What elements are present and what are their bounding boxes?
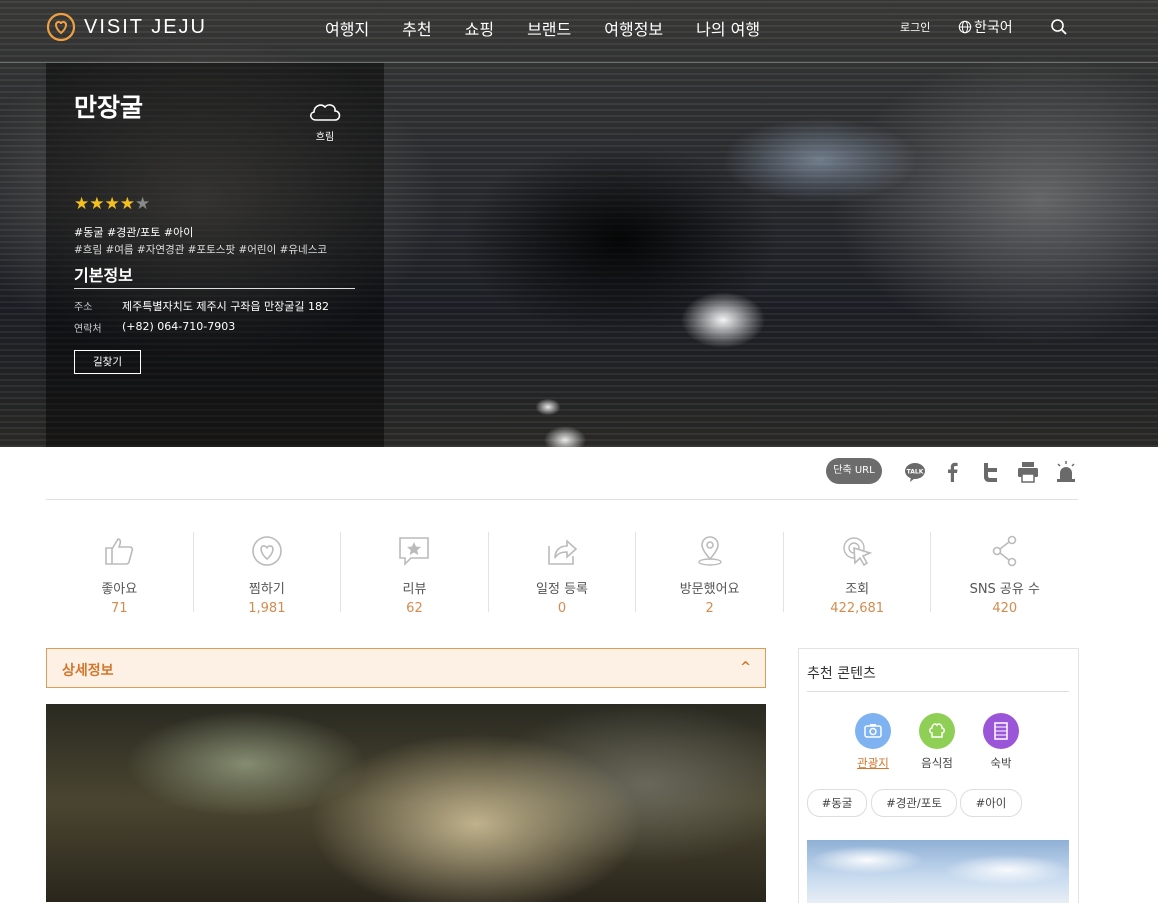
- sidebar-title: 추천 콘텐츠: [807, 666, 876, 682]
- tag-chip[interactable]: #동굴: [807, 789, 867, 817]
- recommended-content-sidebar: 추천 콘텐츠 관광지 음식점 숙박 #동굴 #경관/포토 #아이: [798, 648, 1079, 903]
- heart-icon: [252, 536, 282, 566]
- tag-chip[interactable]: #경관/포토: [871, 789, 957, 817]
- primary-tags: #동굴 #경관/포토 #아이: [74, 226, 194, 239]
- stat-visited[interactable]: 방문했어요 2: [636, 532, 784, 616]
- stat-value: 71: [111, 601, 128, 616]
- cursor-click-icon: [843, 537, 873, 567]
- facebook-icon[interactable]: [941, 460, 965, 484]
- star-icon: ★: [119, 194, 135, 214]
- print-icon[interactable]: [1016, 460, 1040, 484]
- address-row: 주소 제주특별자치도 제주시 구좌읍 만장굴길 182: [74, 298, 329, 314]
- star-empty-icon: ★: [135, 194, 151, 214]
- stat-value: 420: [992, 601, 1018, 616]
- recommended-thumbnail[interactable]: [807, 840, 1069, 903]
- place-title: 만장굴: [74, 93, 144, 122]
- address-value: 제주특별자치도 제주시 구좌읍 만장굴길 182: [122, 300, 330, 313]
- weather-text: 흐림: [315, 132, 335, 143]
- kakaotalk-icon[interactable]: TALK: [903, 460, 927, 484]
- weather-widget: 흐림: [305, 98, 345, 143]
- kakao-talk-text: TALK: [907, 469, 924, 476]
- stat-label: 조회: [845, 582, 870, 597]
- stat-label: 일정 등록: [536, 582, 589, 597]
- stat-views[interactable]: 조회 422,681: [784, 532, 932, 616]
- stat-label: 찜하기: [248, 582, 285, 597]
- category-attractions[interactable]: 관광지: [843, 713, 903, 771]
- language-selector[interactable]: 한국어: [958, 17, 1013, 37]
- section-divider: [46, 499, 1078, 500]
- stat-value: 2: [705, 601, 714, 616]
- jeju-heart-logo-icon: [46, 12, 76, 42]
- globe-icon: [958, 20, 972, 34]
- contact-row: 연락처 (+82) 064-710-7903: [74, 320, 235, 335]
- location-pin-icon: [697, 536, 722, 566]
- chef-hat-icon: [929, 723, 945, 738]
- contact-label: 연락처: [74, 324, 102, 335]
- main-menu: 여행지 추천 쇼핑 브랜드 여행정보 나의 여행: [325, 16, 793, 40]
- building-icon: [994, 722, 1008, 740]
- stat-value: 62: [406, 601, 423, 616]
- detail-info-toggle[interactable]: 상세정보 ^: [46, 648, 766, 688]
- search-icon[interactable]: [1050, 18, 1068, 36]
- contact-value: (+82) 064-710-7903: [122, 320, 236, 333]
- camera-icon: [864, 724, 882, 738]
- star-icon: ★: [89, 194, 105, 214]
- stat-label: 방문했어요: [679, 582, 740, 597]
- stat-label: 좋아요: [101, 582, 138, 597]
- stat-schedule[interactable]: 일정 등록 0: [489, 532, 637, 616]
- category-circle: [855, 713, 891, 749]
- divider: [807, 691, 1069, 692]
- detail-cave-photo: [46, 704, 766, 902]
- secondary-tags: #흐림 #여름 #자연경관 #포토스팟 #어린이 #유네스코: [74, 244, 328, 256]
- review-icon: [399, 537, 430, 566]
- menu-item-recommend[interactable]: 추천: [402, 16, 431, 40]
- menu-item-travel-info[interactable]: 여행정보: [604, 16, 663, 40]
- stat-value: 422,681: [830, 601, 885, 616]
- stat-review[interactable]: 리뷰 62: [341, 532, 489, 616]
- star-icon: ★: [104, 194, 120, 214]
- category-lodging[interactable]: 숙박: [971, 713, 1031, 771]
- menu-item-shopping[interactable]: 쇼핑: [465, 16, 494, 40]
- language-label: 한국어: [974, 20, 1013, 36]
- stat-like[interactable]: 좋아요 71: [46, 532, 194, 616]
- login-link[interactable]: 로그인: [900, 19, 930, 35]
- stat-wishlist[interactable]: 찜하기 1,981: [194, 532, 342, 616]
- tag-chip[interactable]: #아이: [960, 789, 1022, 817]
- alert-siren-icon[interactable]: [1054, 460, 1078, 484]
- menu-item-brand[interactable]: 브랜드: [527, 16, 571, 40]
- chevron-up-icon: ^: [740, 660, 751, 675]
- logo-text: VISIT JEJU: [84, 15, 207, 38]
- menu-item-destinations[interactable]: 여행지: [325, 16, 369, 40]
- category-label: 관광지: [857, 756, 889, 770]
- directions-button[interactable]: 길찾기: [74, 350, 141, 374]
- address-label: 주소: [74, 302, 93, 313]
- stats-bar: 좋아요 71 찜하기 1,981 리뷰 62 일정 등록 0 방문했어요 2 조…: [46, 532, 1078, 616]
- short-url-button[interactable]: 단축 URL: [826, 458, 882, 484]
- basic-info-title: 기본정보: [74, 266, 133, 285]
- schedule-share-icon: [548, 539, 578, 565]
- category-restaurants[interactable]: 음식점: [907, 713, 967, 771]
- menu-item-my-trip[interactable]: 나의 여행: [696, 16, 760, 40]
- logo[interactable]: VISIT JEJU: [46, 12, 207, 42]
- category-circle: [983, 713, 1019, 749]
- category-label: 음식점: [921, 756, 953, 770]
- rating-stars: ★ ★ ★ ★ ★: [74, 194, 150, 214]
- twitter-icon[interactable]: [979, 460, 1003, 484]
- detail-info-title: 상세정보: [62, 663, 114, 679]
- category-circle: [919, 713, 955, 749]
- thumbs-up-icon: [105, 538, 134, 565]
- share-nodes-icon: [992, 535, 1017, 567]
- star-icon: ★: [74, 194, 90, 214]
- stat-value: 0: [557, 601, 567, 616]
- divider: [74, 288, 355, 289]
- cloud-icon: [310, 104, 341, 121]
- top-nav: VISIT JEJU 여행지 추천 쇼핑 브랜드 여행정보 나의 여행 로그인 …: [0, 0, 1158, 63]
- stat-sns-share[interactable]: SNS 공유 수 420: [931, 532, 1078, 616]
- stat-label: 리뷰: [402, 582, 427, 597]
- stat-label: SNS 공유 수: [969, 582, 1040, 597]
- category-label: 숙박: [990, 756, 1012, 770]
- stat-value: 1,981: [248, 601, 286, 616]
- share-bar: 단축 URL TALK: [0, 458, 1158, 488]
